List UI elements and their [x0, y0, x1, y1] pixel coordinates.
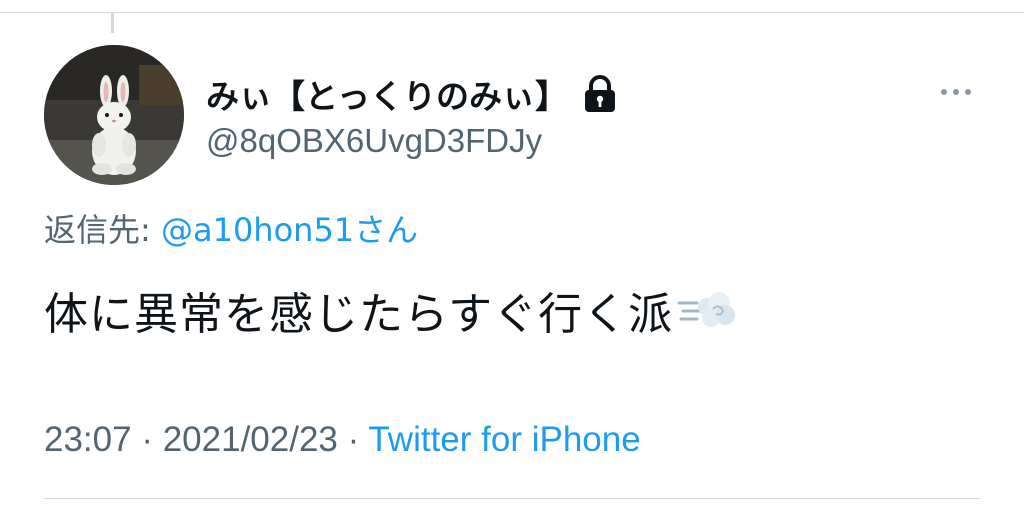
more-options-button[interactable] — [930, 76, 982, 108]
reply-to-label: 返信先: — [44, 211, 161, 249]
meta-separator: · — [131, 420, 163, 459]
tweet-meta: 23:07 · 2021/02/23 · Twitter for iPhone — [44, 420, 641, 460]
tweet-time[interactable]: 23:07 — [44, 420, 132, 459]
tweet-source-link[interactable]: Twitter for iPhone — [368, 420, 640, 459]
more-dots-icon — [941, 89, 947, 95]
tweet-date[interactable]: 2021/02/23 — [163, 420, 338, 459]
tweet-body: 体に異常を感じたらすぐ行く派 — [44, 278, 737, 342]
bottom-divider — [44, 498, 980, 499]
meta-separator-2: · — [337, 420, 369, 459]
reply-mention-link[interactable]: @a10hon51さん — [161, 211, 418, 249]
user-handle[interactable]: @8qOBX6UvgD3FDJy — [206, 122, 542, 160]
avatar[interactable] — [44, 45, 184, 185]
tweet-text: 体に異常を感じたらすぐ行く派 — [44, 289, 674, 340]
author-name-row: みぃ【とっくりのみぃ】 — [206, 70, 618, 118]
display-name[interactable]: みぃ【とっくりのみぃ】 — [206, 70, 568, 118]
lock-icon — [582, 74, 618, 114]
top-divider — [0, 12, 1024, 13]
reply-to-line: 返信先: @a10hon51さん — [44, 205, 418, 251]
thread-connector-line — [111, 13, 114, 33]
dash-symbol-emoji — [677, 285, 737, 335]
